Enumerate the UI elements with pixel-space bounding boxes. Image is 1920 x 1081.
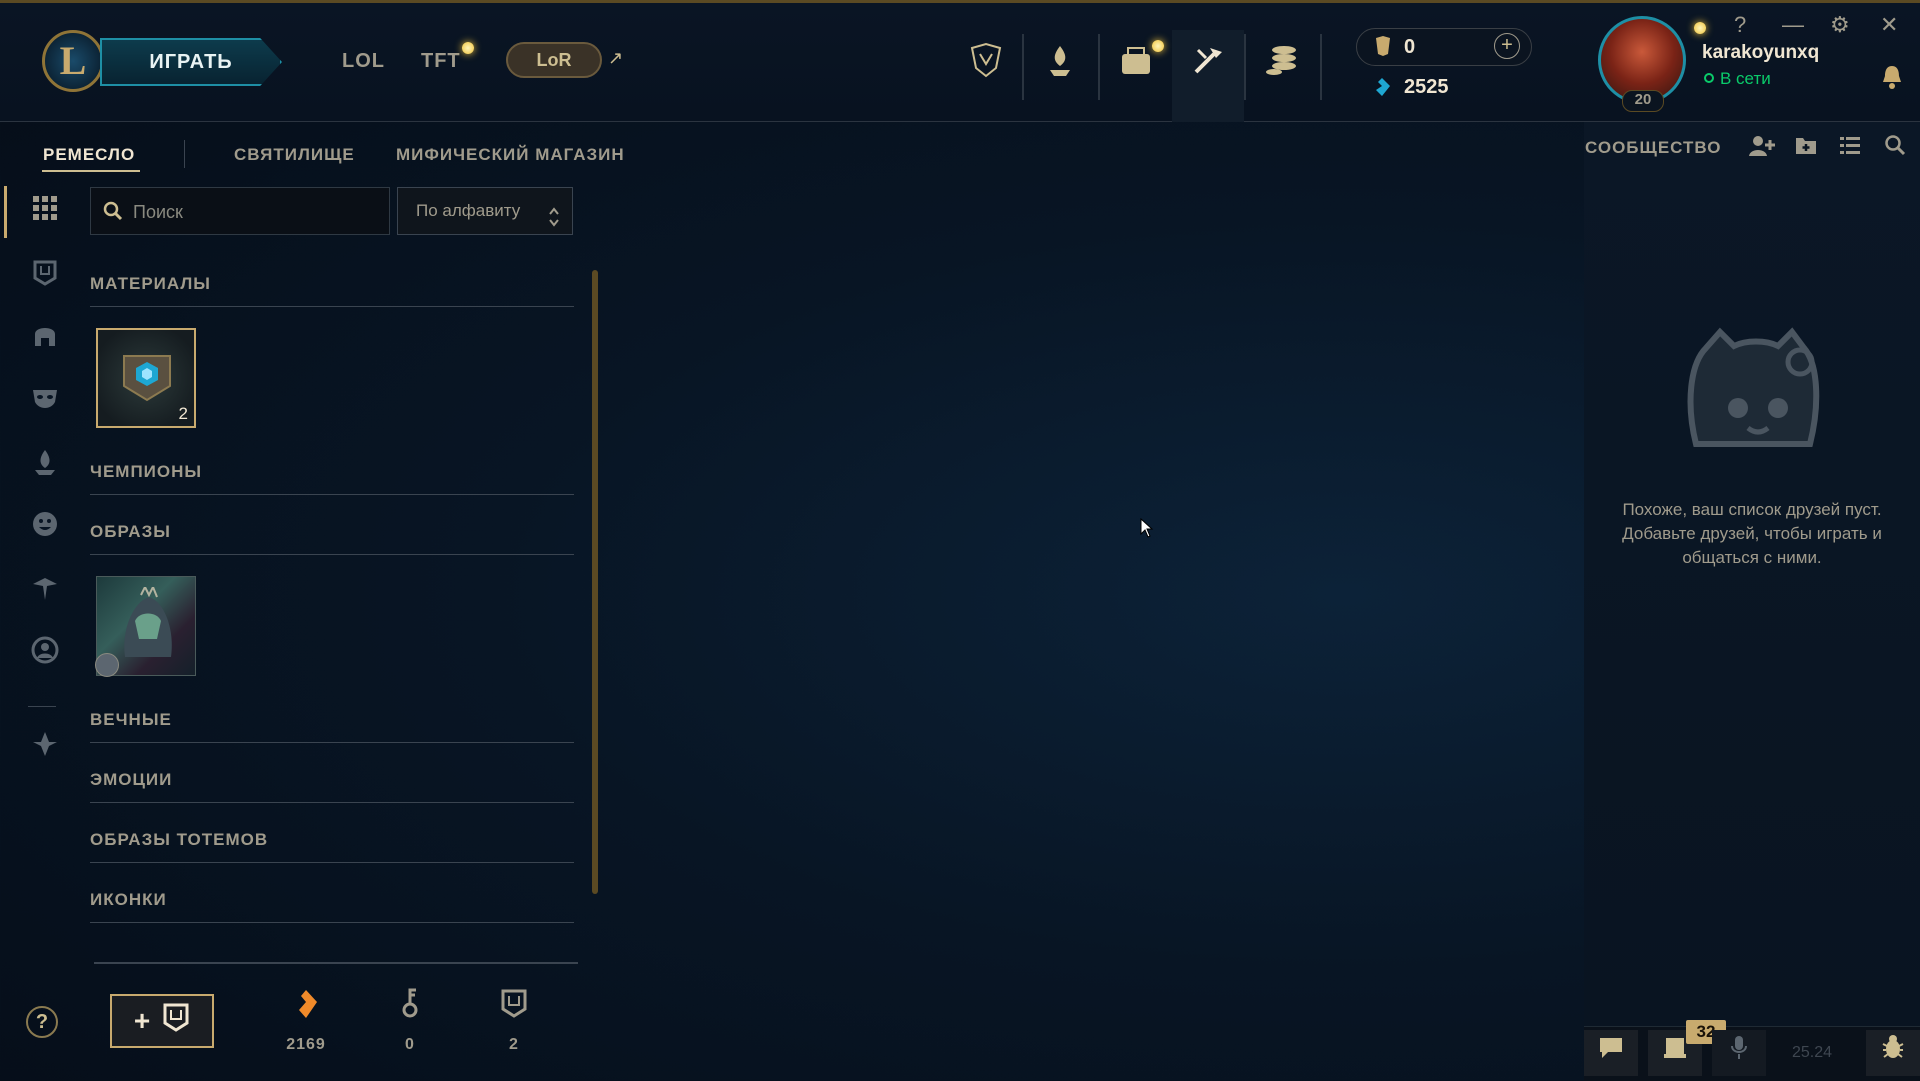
all-items-grid-icon[interactable] [28, 194, 62, 228]
notifications-bell-icon[interactable] [1880, 64, 1904, 96]
search-box[interactable] [90, 187, 390, 236]
buy-rp-button[interactable]: + [1494, 33, 1520, 59]
hextech-chest-icon [118, 346, 176, 409]
lor-launch-button[interactable]: LoR [506, 42, 602, 78]
section-materials[interactable]: МАТЕРИАЛЫ [90, 274, 574, 307]
eternals-flame-icon[interactable] [28, 448, 62, 482]
online-status-text[interactable]: В сети [1720, 69, 1771, 89]
material-chest-tile[interactable]: 2 [96, 328, 196, 428]
loot-icon[interactable] [1116, 40, 1156, 80]
section-ward-skins[interactable]: ОБРАЗЫ ТОТЕМОВ [90, 830, 574, 863]
champion-mastery-icon[interactable] [1040, 40, 1080, 80]
emote-face-icon[interactable] [28, 510, 62, 544]
external-link-icon: ↗ [608, 48, 624, 68]
sort-dropdown[interactable]: По алфавиту [397, 187, 573, 235]
nav-lol[interactable]: LOL [342, 50, 385, 73]
worlds-icon[interactable] [966, 40, 1006, 80]
help-icon[interactable]: ? [1734, 12, 1746, 38]
nav-separator [1244, 34, 1246, 100]
material-count: 2 [178, 404, 188, 423]
play-button[interactable]: ИГРАТЬ [100, 38, 282, 86]
mouse-cursor [1140, 517, 1154, 543]
crafting-icon[interactable] [1188, 40, 1228, 80]
crafting-help-button[interactable]: ? [26, 1006, 58, 1038]
bug-report-button[interactable] [1866, 1030, 1920, 1076]
list-view-icon[interactable] [1838, 134, 1862, 162]
footer-divider [94, 962, 578, 964]
league-logo[interactable]: L [42, 30, 104, 92]
summoner-level: 20 [1622, 90, 1664, 112]
loot-scrollbar[interactable] [592, 270, 598, 894]
social-search-icon[interactable] [1884, 134, 1906, 162]
settings-icon[interactable]: ⚙ [1830, 12, 1850, 38]
skin-mask-icon[interactable] [28, 384, 62, 418]
chest-count-icon [484, 988, 544, 1025]
blue-essence-icon [1372, 76, 1392, 103]
tab-sanctum[interactable]: СВЯТИЛИЩЕ [234, 145, 355, 165]
chat-button[interactable] [1584, 1030, 1638, 1076]
add-folder-icon[interactable] [1794, 134, 1818, 162]
section-emotes[interactable]: ЭМОЦИИ [90, 770, 574, 803]
blue-essence-balance: 2525 [1404, 76, 1449, 98]
tft-filter-icon[interactable] [28, 730, 62, 764]
nav-tft[interactable]: TFT [421, 50, 461, 73]
rail-active-indicator [4, 186, 7, 238]
summoner-name[interactable]: karakoyunxq [1702, 42, 1819, 64]
key-count: 0 [405, 1036, 415, 1053]
profile-notification-dot [1694, 22, 1706, 34]
voice-button[interactable] [1712, 1030, 1766, 1076]
profile-icon-filter-icon[interactable] [28, 636, 62, 670]
nav-separator [1320, 34, 1322, 100]
minimize-icon[interactable]: — [1782, 12, 1804, 38]
skin-rarity-icon [95, 653, 119, 677]
ward-skin-icon[interactable] [28, 574, 62, 608]
section-eternals[interactable]: ВЕЧНЫЕ [90, 710, 574, 743]
tft-notification-dot [462, 42, 474, 54]
chest-count: 2 [509, 1036, 519, 1053]
rail-divider [28, 706, 56, 707]
sort-chevron-icon [548, 200, 560, 246]
skin-portrait-image [115, 584, 181, 672]
empty-friends-poro-icon [1676, 324, 1826, 475]
section-champions[interactable]: ЧЕМПИОНЫ [90, 462, 574, 495]
close-icon[interactable]: ✕ [1880, 12, 1898, 38]
empty-friends-message: Похоже, ваш список друзей пуст. Добавьте… [1622, 500, 1882, 567]
sort-selected-value: По алфавиту [416, 201, 521, 220]
loot-notification-dot [1152, 40, 1164, 52]
key-icon [380, 988, 440, 1027]
section-skins[interactable]: ОБРАЗЫ [90, 522, 574, 555]
add-friend-icon[interactable] [1748, 134, 1776, 164]
search-icon [103, 201, 123, 226]
tab-mythic-shop[interactable]: МИФИЧЕСКИЙ МАГАЗИН [396, 145, 625, 165]
nav-separator [1022, 34, 1024, 100]
add-chest-button[interactable]: + [110, 994, 214, 1048]
chest-filter-icon[interactable] [28, 258, 62, 292]
tab-crafting[interactable]: РЕМЕСЛО [43, 145, 135, 165]
nav-separator [1098, 34, 1100, 100]
client-version: 25.24 [1792, 1044, 1833, 1061]
search-input[interactable] [131, 188, 385, 236]
rp-icon [1372, 34, 1394, 64]
skin-shard-tile[interactable] [95, 576, 196, 677]
add-plus-label: + [133, 1005, 151, 1036]
online-status-icon [1704, 73, 1714, 83]
section-icons[interactable]: ИКОНКИ [90, 890, 574, 923]
store-icon[interactable] [1262, 40, 1302, 80]
active-tab-indicator [42, 170, 140, 172]
rp-balance: 0 [1404, 36, 1416, 58]
champion-helmet-icon[interactable] [28, 322, 62, 356]
orange-essence-count: 2169 [286, 1036, 326, 1053]
chest-icon [162, 998, 190, 1048]
tab-divider [184, 140, 185, 168]
social-panel [1584, 122, 1920, 1026]
orange-essence-icon [276, 988, 336, 1027]
social-title: СООБЩЕСТВО [1585, 138, 1722, 157]
